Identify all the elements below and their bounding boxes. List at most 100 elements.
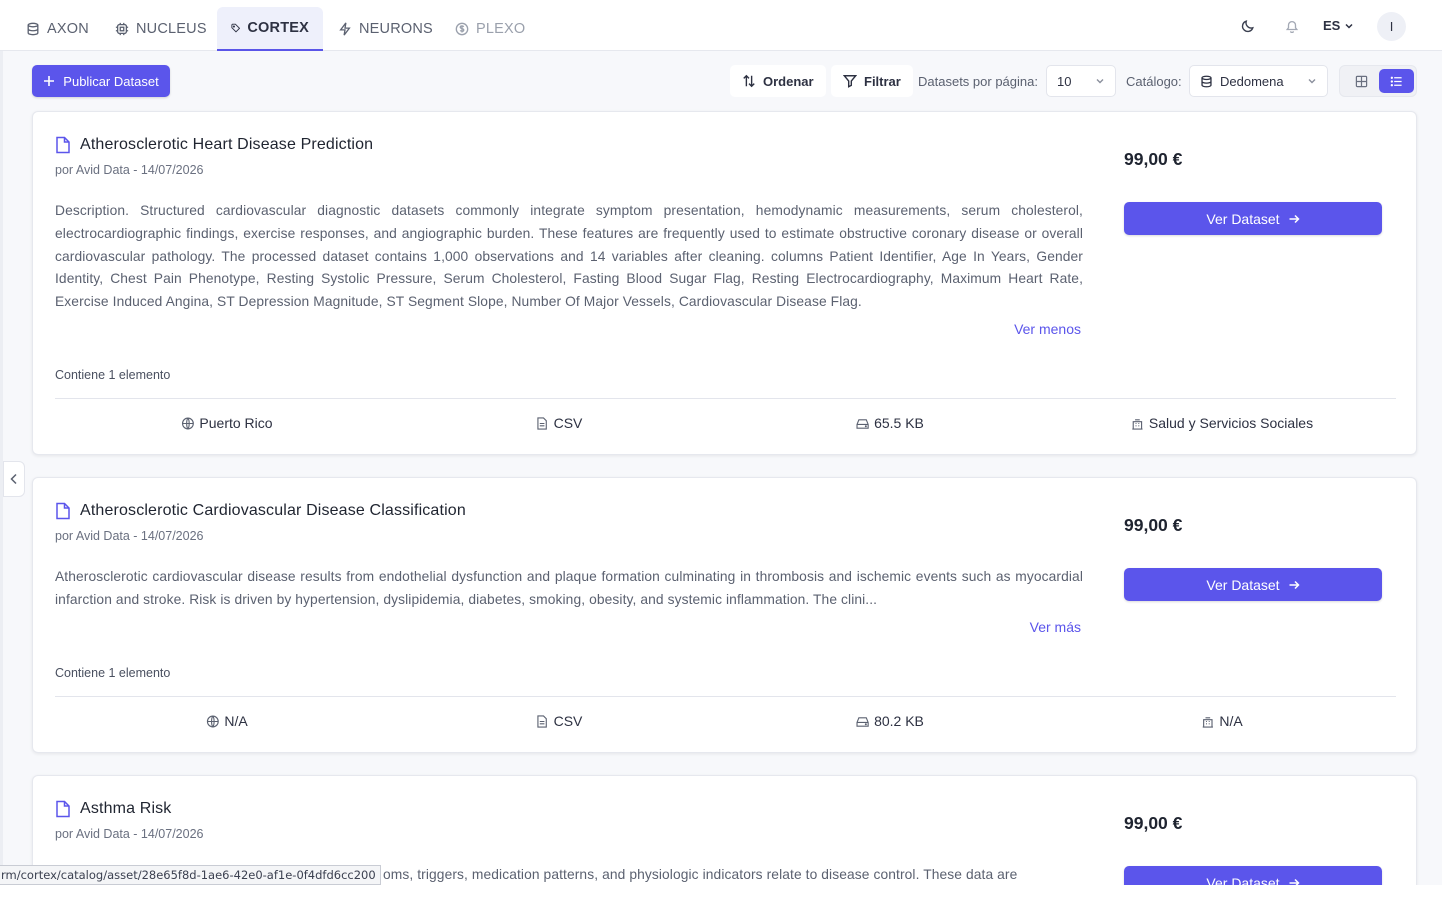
sort-label: Ordenar: [763, 73, 814, 89]
tab-cortex[interactable]: CORTEX: [217, 7, 323, 51]
format-attr: CSV: [536, 415, 583, 431]
tab-axon-label: AXON: [47, 21, 89, 37]
grid-view-button[interactable]: [1344, 69, 1379, 93]
category-attr: Salud y Servicios Sociales: [1131, 415, 1313, 431]
per-page-value: 10: [1057, 73, 1072, 89]
tab-cortex-label: CORTEX: [247, 20, 309, 36]
tab-plexo-label: PLEXO: [476, 21, 526, 37]
tab-axon[interactable]: AXON: [12, 7, 103, 51]
filter-icon: [843, 75, 857, 88]
chevron-down-icon: [1345, 23, 1353, 29]
filter-button[interactable]: Filtrar: [831, 65, 913, 97]
theme-toggle[interactable]: [1234, 12, 1262, 40]
view-dataset-button[interactable]: Ver Dataset: [1124, 202, 1382, 235]
hard-drive-icon: [856, 716, 869, 727]
dataset-title-text: Asthma Risk: [80, 800, 172, 817]
tab-plexo[interactable]: PLEXO: [441, 7, 539, 51]
divider: [55, 398, 1396, 399]
list-view-button[interactable]: [1379, 69, 1414, 93]
size-attr: 80.2 KB: [856, 713, 924, 729]
dataset-title-text: Atherosclerotic Cardiovascular Disease C…: [80, 502, 466, 519]
globe-icon: [181, 417, 194, 429]
notifications-button[interactable]: [1278, 12, 1306, 40]
per-page-label: Datasets por página:: [918, 74, 1038, 89]
file-icon: [56, 800, 70, 818]
list-icon: [1390, 76, 1402, 86]
bolt-icon: [339, 22, 351, 36]
dataset-meta: por Avid Data - 14/07/2026: [55, 827, 204, 841]
publish-dataset-label: Publicar Dataset: [63, 73, 159, 89]
location-value: Puerto Rico: [199, 415, 273, 431]
per-page-select[interactable]: 10: [1046, 65, 1116, 97]
file-text-icon: [537, 714, 547, 728]
tag-icon: [231, 23, 241, 33]
dataset-title[interactable]: Asthma Risk: [55, 800, 171, 818]
dataset-card: Atherosclerotic Cardiovascular Disease C…: [32, 477, 1417, 753]
language-label: ES: [1323, 18, 1341, 33]
avatar-initial: I: [1389, 19, 1394, 34]
tab-neurons-label: NEURONS: [359, 21, 433, 37]
dataset-title[interactable]: Atherosclerotic Heart Disease Prediction: [55, 136, 373, 154]
chevron-left-icon: [10, 473, 17, 485]
grid-icon: [1355, 75, 1368, 87]
view-toggle: [1339, 65, 1417, 97]
dataset-description: Description. Structured cardiovascular d…: [55, 203, 1083, 310]
link-status-bar: rm/cortex/catalog/asset/28e65f8d-1ae6-42…: [0, 865, 381, 885]
arrow-right-icon: [1289, 214, 1300, 223]
size-value: 65.5 KB: [874, 415, 924, 431]
dataset-title-text: Atherosclerotic Heart Disease Prediction: [80, 136, 374, 153]
view-dataset-button[interactable]: Ver Dataset: [1124, 568, 1382, 601]
contains-count: Contiene 1 elemento: [55, 666, 171, 680]
plus-icon: [44, 76, 55, 86]
top-navigation: AXON NUCLEUS CORTEX NEURONS PLEXO ES I: [0, 0, 1442, 51]
arrow-right-icon: [1289, 580, 1300, 589]
dataset-card: Atherosclerotic Heart Disease Prediction…: [32, 111, 1417, 455]
language-select[interactable]: ES: [1323, 18, 1354, 33]
location-attr: N/A: [206, 713, 248, 729]
avatar[interactable]: I: [1377, 12, 1406, 41]
dataset-description: Atherosclerotic cardiovascular disease r…: [55, 569, 1083, 607]
dataset-meta: por Avid Data - 14/07/2026: [55, 163, 204, 177]
size-value: 80.2 KB: [874, 713, 924, 729]
moon-icon: [1241, 20, 1254, 33]
catalog-label: Catálogo:: [1126, 74, 1182, 89]
view-dataset-label: Ver Dataset: [1206, 576, 1280, 593]
show-more-link[interactable]: Ver más: [1030, 619, 1081, 635]
chevron-down-icon: [1308, 79, 1316, 84]
dataset-title[interactable]: Atherosclerotic Cardiovascular Disease C…: [55, 502, 466, 520]
sort-icon: [743, 74, 755, 88]
sort-button[interactable]: Ordenar: [730, 65, 826, 97]
contains-count: Contiene 1 elemento: [55, 368, 171, 382]
price: 99,00 €: [1124, 813, 1183, 833]
format-value: CSV: [553, 713, 583, 729]
sidebar-collapse-handle[interactable]: [3, 461, 25, 497]
publish-dataset-button[interactable]: Publicar Dataset: [32, 65, 170, 97]
file-icon: [56, 502, 70, 520]
category-attr: N/A: [1201, 713, 1243, 729]
location-value: N/A: [224, 713, 248, 729]
bell-icon: [1285, 20, 1299, 33]
toolbar: Publicar Dataset Ordenar Filtrar Dataset…: [0, 51, 1442, 111]
size-attr: 65.5 KB: [856, 415, 924, 431]
tab-nucleus[interactable]: NUCLEUS: [101, 7, 221, 51]
tab-nucleus-label: NUCLEUS: [136, 21, 207, 37]
file-text-icon: [537, 416, 547, 430]
database-icon: [27, 22, 39, 36]
format-attr: CSV: [536, 713, 583, 729]
category-value: N/A: [1219, 713, 1243, 729]
left-rail: [0, 0, 3, 900]
view-dataset-label: Ver Dataset: [1206, 210, 1280, 227]
dataset-meta: por Avid Data - 14/07/2026: [55, 529, 204, 543]
hard-drive-icon: [856, 418, 869, 429]
globe-icon: [206, 715, 219, 727]
price: 99,00 €: [1124, 149, 1183, 169]
catalog-value: Dedomena: [1220, 73, 1284, 89]
filter-label: Filtrar: [864, 73, 901, 89]
format-value: CSV: [553, 415, 583, 431]
coin-icon: [455, 22, 469, 36]
catalog-select[interactable]: Dedomena: [1189, 65, 1328, 97]
show-less-link[interactable]: Ver menos: [1014, 321, 1081, 337]
chevron-down-icon: [1096, 79, 1104, 84]
building-icon: [1202, 716, 1213, 728]
tab-neurons[interactable]: NEURONS: [324, 7, 447, 51]
